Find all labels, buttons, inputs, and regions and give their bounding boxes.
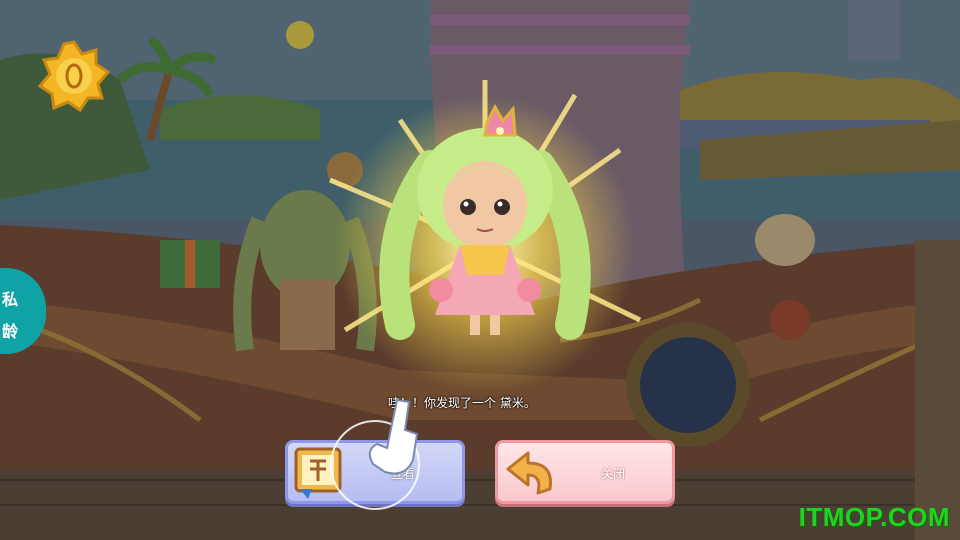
- revealed-character: [379, 103, 591, 340]
- close-button-label: 关闭: [601, 467, 626, 481]
- watermark: ITMOP.COM: [798, 502, 950, 532]
- close-button[interactable]: 关闭: [495, 440, 675, 504]
- gold-star-badge-icon[interactable]: [38, 40, 110, 112]
- return-arrow-icon: [506, 451, 553, 495]
- side-tab-char-2: 龄: [2, 322, 19, 341]
- game-scene: 私 龄 哇！！你发现了一个 黛米。 查看 关闭 ITMOP.COM: [0, 0, 960, 540]
- side-tab-char-1: 私: [2, 290, 19, 309]
- tutorial-hand-icon: [330, 398, 420, 510]
